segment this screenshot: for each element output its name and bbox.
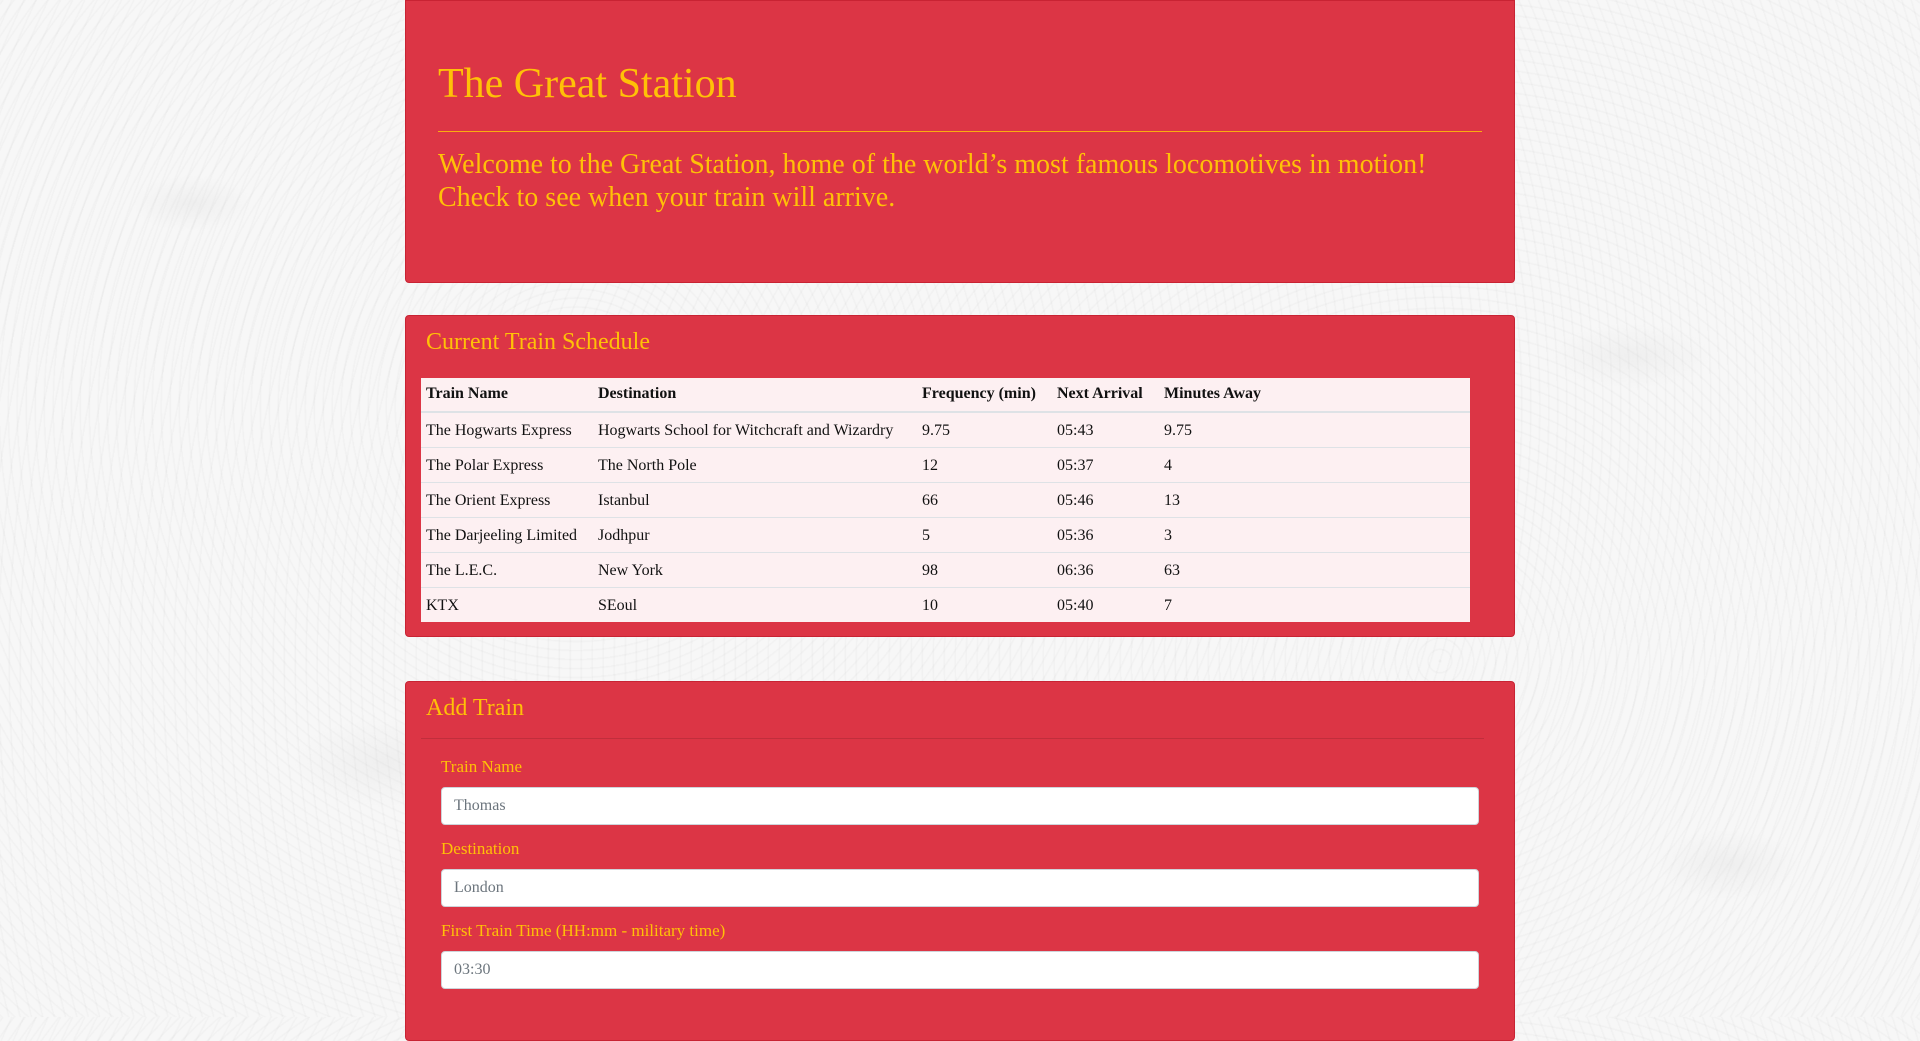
column-header-minutes-away: Minutes Away	[1159, 378, 1470, 413]
column-header-destination: Destination	[593, 378, 917, 413]
cell-minutes-away: 3	[1159, 517, 1470, 553]
cell-frequency: 9.75	[917, 411, 1052, 448]
column-header-train-name: Train Name	[421, 378, 593, 413]
cell-destination: Hogwarts School for Witchcraft and Wizar…	[593, 411, 917, 448]
schedule-panel: Current Train Schedule Train Name Destin…	[405, 315, 1515, 637]
cell-minutes-away: 4	[1159, 447, 1470, 483]
cell-frequency: 10	[917, 587, 1052, 622]
table-row: The Hogwarts Express Hogwarts School for…	[421, 411, 1470, 448]
cell-train-name: KTX	[421, 587, 593, 622]
train-name-input[interactable]	[441, 787, 1479, 825]
header-jumbotron: The Great Station Welcome to the Great S…	[405, 0, 1515, 283]
cell-destination: Istanbul	[593, 482, 917, 518]
table-row: The Darjeeling Limited Jodhpur 5 05:36 3	[421, 517, 1470, 553]
cell-train-name: The Orient Express	[421, 482, 593, 518]
table-row: The Polar Express The North Pole 12 05:3…	[421, 447, 1470, 483]
table-header-row: Train Name Destination Frequency (min) N…	[421, 378, 1470, 413]
header-divider	[438, 131, 1482, 133]
cell-destination: Jodhpur	[593, 517, 917, 553]
cell-next-arrival: 05:46	[1052, 482, 1159, 518]
cell-train-name: The Polar Express	[421, 447, 593, 483]
add-train-panel: Add Train Train Name Destination First T…	[405, 681, 1515, 1041]
cell-train-name: The Darjeeling Limited	[421, 517, 593, 553]
train-name-label: Train Name	[441, 757, 523, 776]
schedule-table: Train Name Destination Frequency (min) N…	[421, 378, 1470, 622]
column-header-frequency: Frequency (min)	[917, 378, 1052, 413]
destination-group: Destination	[421, 839, 1499, 907]
cell-minutes-away: 9.75	[1159, 411, 1470, 448]
destination-input[interactable]	[441, 869, 1479, 907]
cell-minutes-away: 7	[1159, 587, 1470, 622]
cell-destination: The North Pole	[593, 447, 917, 483]
cell-train-name: The L.E.C.	[421, 552, 593, 588]
first-train-time-group: First Train Time (HH:mm - military time)	[421, 921, 1499, 989]
table-row: KTX SEoul 10 05:40 7	[421, 587, 1470, 622]
add-train-form: Train Name Destination First Train Time …	[421, 757, 1499, 989]
page-title: The Great Station	[438, 61, 737, 107]
cell-frequency: 5	[917, 517, 1052, 553]
cell-frequency: 98	[917, 552, 1052, 588]
cell-next-arrival: 05:36	[1052, 517, 1159, 553]
cell-next-arrival: 05:43	[1052, 411, 1159, 448]
add-train-divider	[421, 738, 1484, 739]
cell-frequency: 66	[917, 482, 1052, 518]
schedule-title: Current Train Schedule	[426, 329, 650, 355]
first-train-time-input[interactable]	[441, 951, 1479, 989]
cell-next-arrival: 06:36	[1052, 552, 1159, 588]
cell-destination: New York	[593, 552, 917, 588]
cell-next-arrival: 05:37	[1052, 447, 1159, 483]
destination-label: Destination	[441, 839, 520, 858]
cell-minutes-away: 13	[1159, 482, 1470, 518]
table-row: The L.E.C. New York 98 06:36 63	[421, 552, 1470, 588]
cell-train-name: The Hogwarts Express	[421, 411, 593, 448]
table-row: The Orient Express Istanbul 66 05:46 13	[421, 482, 1470, 518]
column-header-next-arrival: Next Arrival	[1052, 378, 1159, 413]
add-train-title: Add Train	[426, 695, 525, 721]
cell-minutes-away: 63	[1159, 552, 1470, 588]
cell-next-arrival: 05:40	[1052, 587, 1159, 622]
schedule-table-container: Train Name Destination Frequency (min) N…	[421, 378, 1470, 622]
cell-frequency: 12	[917, 447, 1052, 483]
first-train-time-label: First Train Time (HH:mm - military time)	[441, 921, 726, 940]
train-name-group: Train Name	[421, 757, 1499, 825]
cell-destination: SEoul	[593, 587, 917, 622]
page-container: The Great Station Welcome to the Great S…	[405, 0, 1515, 1041]
welcome-message: Welcome to the Great Station, home of th…	[438, 149, 1427, 214]
